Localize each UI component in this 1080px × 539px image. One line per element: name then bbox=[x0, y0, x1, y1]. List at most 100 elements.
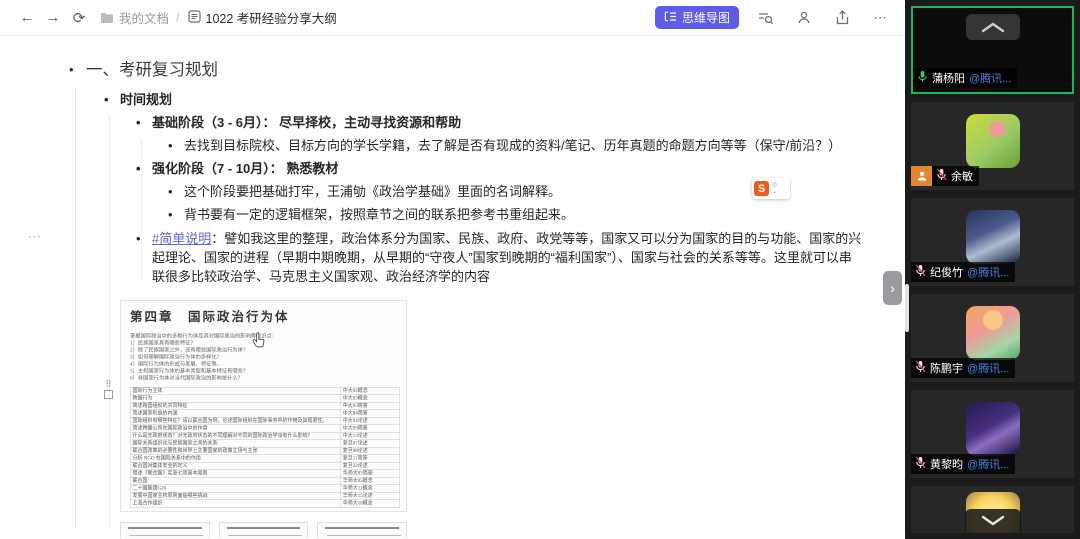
name-tag-body: 蒲杨阳@腾讯... bbox=[913, 68, 1017, 88]
bullet-icon: • bbox=[168, 206, 173, 224]
exam-source-cell: 复旦07论述 bbox=[340, 440, 399, 448]
participant-tile[interactable]: 余敏 bbox=[911, 102, 1074, 190]
exam-question-cell: 简述跨国公司在国际政治中的作用 bbox=[130, 425, 340, 433]
name-tag-body: 余敏 bbox=[932, 166, 979, 186]
exam-table-row: 简述跨国组织的共同特征中大03简答 bbox=[130, 402, 400, 410]
collapse-panel-button[interactable] bbox=[966, 14, 1020, 40]
exam-question-cell: 什么是无政府状态？对无政府状态的不同理解对不同的国际政治学派有什么影响？ bbox=[130, 432, 340, 440]
bullet-icon: • bbox=[104, 91, 109, 109]
participant-name-tag: 纪俊竹@腾讯... bbox=[911, 262, 1015, 282]
participant-name-tag: 余敏 bbox=[911, 166, 979, 186]
outline-item[interactable]: •⋯#简单说明：譬如我这里的整理，政治体系分为国家、民族、政府、政党等等，国家又… bbox=[0, 229, 905, 286]
exam-question-cell: 发展中国家主权原则面临哪些挑战 bbox=[130, 492, 340, 500]
block-menu-handle[interactable]: ⋯ bbox=[28, 227, 42, 246]
document-body[interactable]: •一、考研复习规划 • 时间规划 •基础阶段（3 - 6月）： 尽早择校，主动寻找资源… bbox=[0, 36, 905, 538]
mindmap-button[interactable]: 思维导图 bbox=[655, 6, 739, 29]
exam-source-cell: 中大09简答 bbox=[340, 425, 399, 433]
exam-source-cell: 华师大15论述 bbox=[340, 492, 399, 500]
participant-name: 黄黎昀 bbox=[930, 456, 963, 472]
book-question-line: 1）民族国家具有哪些特征？ bbox=[130, 340, 400, 347]
exam-question-cell: 联合国对集体安全的定义 bbox=[130, 462, 340, 470]
participant-tile[interactable]: 纪俊竹@腾讯... bbox=[911, 198, 1074, 286]
exam-source-cell: 中大04论述 bbox=[340, 417, 399, 425]
exam-question-cell: 国际关系组织化与民族国家之间的关系 bbox=[130, 440, 340, 448]
outline-item[interactable]: • 背书要有一定的逻辑框架，按照章节之间的联系把参考书重组起来。 bbox=[0, 206, 905, 224]
exam-source-cell: 复旦11简答 bbox=[340, 455, 399, 463]
exam-table-row: 什么是无政府状态？对无政府状态的不同理解对不同的国际政治学派有什么影响？中大13… bbox=[130, 432, 400, 440]
outline-text: 这个阶段要把基础打牢，王浦劬《政治学基础》里面的名词解释。 bbox=[184, 184, 561, 199]
breadcrumb[interactable]: 我的文档 / bbox=[100, 8, 182, 27]
panel-drag-handle[interactable] bbox=[905, 284, 909, 332]
outline-item[interactable]: • 时间规划 bbox=[0, 91, 905, 109]
exam-question-cell: 简述国家利益的内涵 bbox=[130, 410, 340, 418]
outline-text: 时间规划 bbox=[120, 92, 172, 107]
more-options-button[interactable]: ⋯ bbox=[869, 7, 891, 29]
exam-history-table: 国际行为主体中大03概念跨国行为中大03概念简述跨国组织的共同特征中大03简答简… bbox=[130, 387, 400, 508]
topbar-actions: 思维导图 ⋯ bbox=[655, 6, 891, 29]
exam-question-cell: 二十国集团G20 bbox=[130, 485, 340, 493]
participant-tile[interactable]: 陈鹏宇@腾讯... bbox=[911, 294, 1074, 382]
embedded-toc-image[interactable] bbox=[120, 522, 407, 538]
refresh-button[interactable]: ⟳ bbox=[66, 5, 92, 31]
exam-table-row: 跨国行为中大03概念 bbox=[130, 395, 400, 403]
image-drag-handle-icon[interactable]: ⠿ bbox=[104, 380, 113, 399]
catalog-search-icon[interactable] bbox=[755, 7, 777, 29]
meeting-video-panel: 蒲杨阳@腾讯...余敏纪俊竹@腾讯...陈鹏宇@腾讯...黄黎昀@腾讯... bbox=[905, 0, 1080, 539]
exam-question-cell: 国际行为主体 bbox=[130, 387, 340, 395]
toc-page-thumbnail bbox=[219, 522, 309, 538]
participant-name-tag: 黄黎昀@腾讯... bbox=[911, 454, 1015, 474]
outline-item[interactable]: •强化阶段（7 - 10月）： 熟悉教材 bbox=[0, 160, 905, 178]
exam-question-cell: 联合国改革的必要性和世界上主要国家的政策立场与主张 bbox=[130, 447, 340, 455]
exam-source-cell: 复旦08论述 bbox=[340, 447, 399, 455]
participant-org: @腾讯... bbox=[967, 360, 1009, 376]
bullet-icon: • bbox=[168, 137, 173, 155]
outline-item[interactable]: •去找到目标院校、目标方向的学长学籍，去了解是否有现成的资料/笔记、历年真题的命… bbox=[0, 137, 905, 155]
participant-name: 余敏 bbox=[951, 168, 973, 184]
folder-icon bbox=[100, 12, 114, 24]
participant-name-tag: 蒲杨阳@腾讯... bbox=[913, 68, 1017, 88]
breadcrumb-folder-label[interactable]: 我的文档 bbox=[119, 8, 169, 27]
avatar bbox=[966, 210, 1020, 264]
mic-on-icon bbox=[917, 70, 928, 86]
embedded-book-page-image[interactable]: 第四章 国际政治行为体 掌握国际政治中的多种行为体及其对国际政治的影响等知识点：… bbox=[120, 300, 407, 512]
hash-tag-link[interactable]: #简单说明 bbox=[152, 231, 211, 246]
toc-page-thumbnail bbox=[120, 522, 210, 538]
exam-question-cell: 国际组织有哪些特征？请以联合国为例，论述国际组织在国际事务中的作用及其局限性。 bbox=[130, 417, 340, 425]
exam-table-row: 简述《联合国》宪章七项基本原则华师大03简答 bbox=[130, 470, 400, 478]
outline-item[interactable]: •基础阶段（3 - 6月）： 尽早择校，主动寻找资源和帮助 bbox=[0, 114, 905, 132]
collaborators-icon[interactable] bbox=[793, 7, 815, 29]
exam-source-cell: 华师大03简答 bbox=[340, 470, 399, 478]
participant-tile[interactable]: 黄黎昀@腾讯... bbox=[911, 390, 1074, 478]
outline-text: 背书要有一定的逻辑框架，按照章节之间的联系把参考书重组起来。 bbox=[184, 207, 574, 222]
scroll-participants-down-button[interactable] bbox=[965, 509, 1021, 533]
app-window: ← → ⟳ 我的文档 / 1022 考研经验分享大纲 bbox=[0, 0, 1080, 539]
exam-table-row: 分析 NGO 在国际关系中的作用复旦11简答 bbox=[130, 455, 400, 463]
name-tag-body: 黄黎昀@腾讯... bbox=[911, 454, 1015, 474]
sogou-input-widget[interactable]: S ◎⌄ bbox=[752, 178, 790, 199]
book-questions: 1）民族国家具有哪些特征？2）除了民族国家之外，还有哪些国际政治行为体？3）如何… bbox=[130, 340, 400, 382]
exam-question-cell: 简述《联合国》宪章七项基本原则 bbox=[130, 470, 340, 478]
name-tag-body: 陈鹏宇@腾讯... bbox=[911, 358, 1015, 378]
participant-tiles: 蒲杨阳@腾讯...余敏纪俊竹@腾讯...陈鹏宇@腾讯...黄黎昀@腾讯... bbox=[911, 6, 1074, 533]
participant-tile[interactable] bbox=[911, 486, 1074, 533]
bullet-icon: • bbox=[136, 114, 141, 132]
host-badge-icon bbox=[911, 166, 932, 186]
exam-table-row: 发展中国家主权原则面临哪些挑战华师大15论述 bbox=[130, 492, 400, 500]
back-button[interactable]: ← bbox=[14, 5, 40, 31]
share-icon[interactable] bbox=[831, 7, 853, 29]
participant-name: 纪俊竹 bbox=[930, 264, 963, 280]
outline-item[interactable]: •一、考研复习规划 bbox=[0, 59, 905, 81]
participant-tile[interactable]: 蒲杨阳@腾讯... bbox=[911, 6, 1074, 94]
book-question-line: 4）国际行为体的形成与发展、特征等。 bbox=[130, 361, 400, 368]
exam-question-cell: 跨国行为 bbox=[130, 395, 340, 403]
sogou-mode-icons: ◎⌄ bbox=[772, 182, 777, 196]
book-page-content: 第四章 国际政治行为体 掌握国际政治中的多种行为体及其对国际政治的影响等知识点：… bbox=[121, 301, 407, 508]
forward-button[interactable]: → bbox=[40, 5, 66, 31]
panel-expand-tab[interactable]: › bbox=[883, 271, 902, 305]
exam-table-row: 联合国对集体安全的定义复旦22论述 bbox=[130, 462, 400, 470]
document-icon bbox=[188, 10, 201, 26]
exam-table-row: 简述跨国公司在国际政治中的作用中大09简答 bbox=[130, 425, 400, 433]
mic-muted-icon bbox=[936, 168, 947, 184]
exam-table-row: 简述国家利益的内涵中大04简答 bbox=[130, 410, 400, 418]
participant-name: 陈鹏宇 bbox=[930, 360, 963, 376]
